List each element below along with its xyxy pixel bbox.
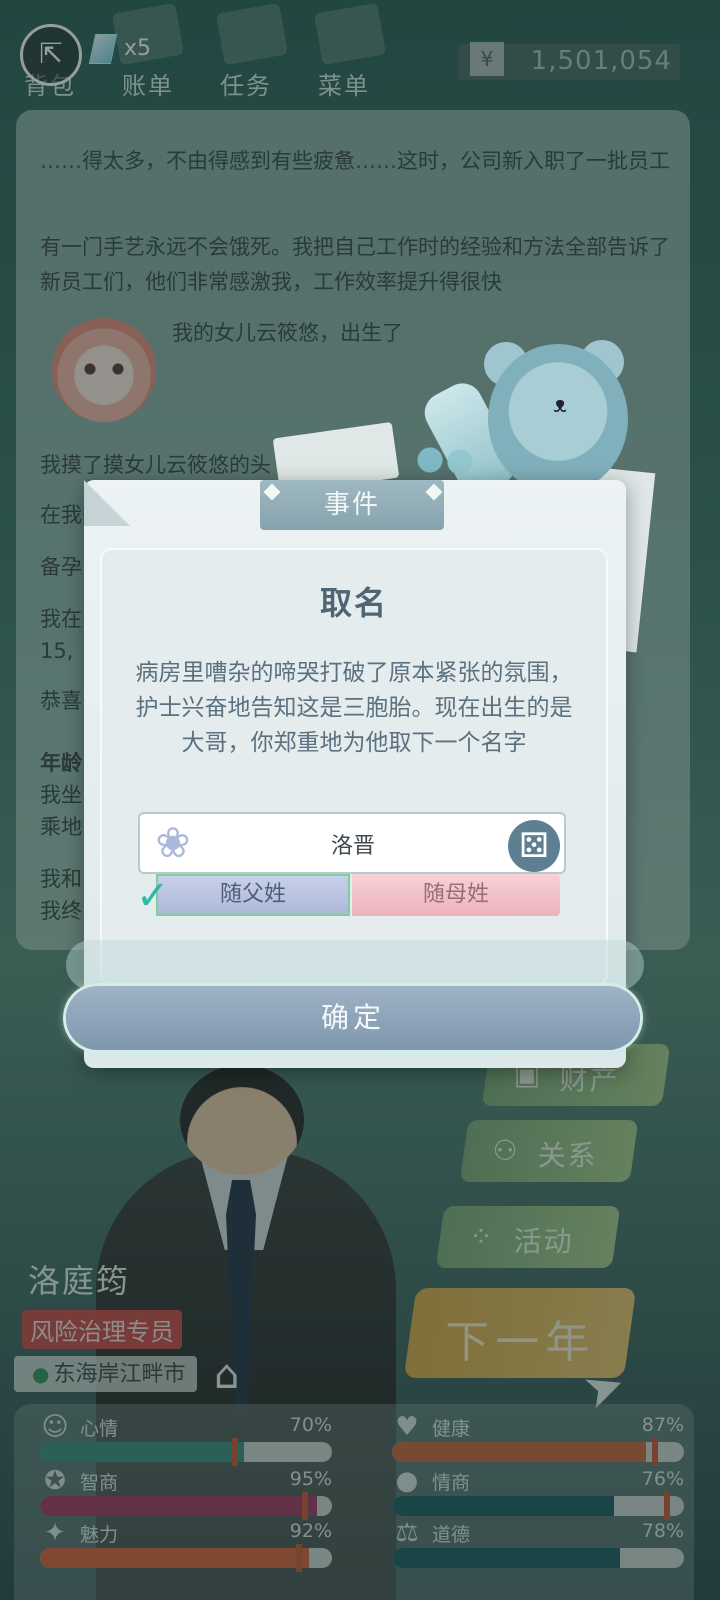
dialog-title: 取名 [319, 584, 388, 622]
dialog-tab: 事件 [260, 480, 444, 530]
flower-decor [410, 440, 490, 480]
confirm-button[interactable]: 确定 [66, 986, 640, 1050]
surname-mother-button[interactable]: 随母姓 [352, 874, 560, 916]
flower-icon: ❀ [155, 818, 191, 867]
dialog-message: 病房里嘈杂的啼哭打破了原本紧张的氛围，护士兴奋地告知这是三胞胎。现在出生的是大哥… [135, 660, 573, 756]
name-value[interactable]: 洛晋 [200, 828, 506, 860]
dice-icon[interactable]: ⚄ [508, 820, 560, 872]
confirm-glow [66, 940, 644, 990]
check-icon: ✓ [136, 873, 170, 919]
surname-father-button[interactable]: 随父姓 [156, 874, 350, 916]
bear-face: ᴥ [553, 393, 567, 418]
